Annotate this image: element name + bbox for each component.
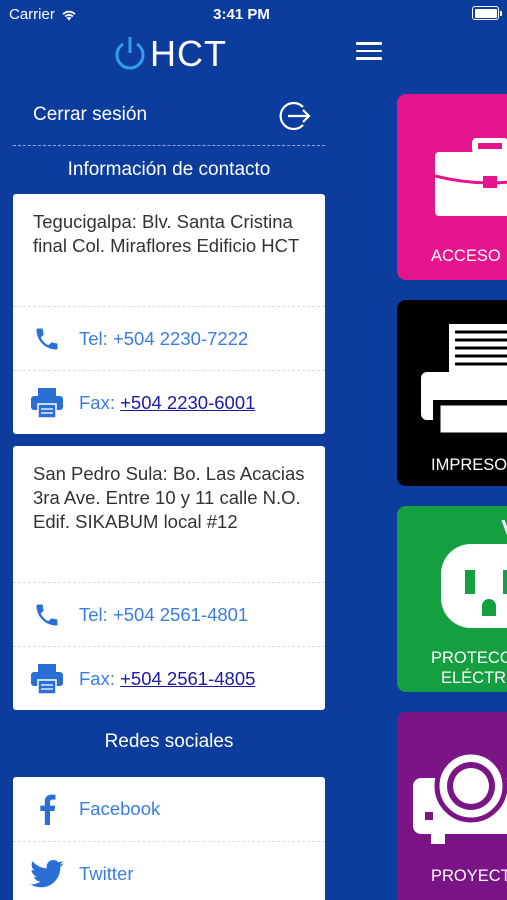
category-tile-impresoras[interactable]: IMPRESO [397, 300, 507, 486]
social-section-title: Redes sociales [104, 731, 234, 752]
category-label-line2: ELÉCTR [441, 669, 507, 687]
fax-row[interactable]: Fax: +504 2561-4805 [13, 646, 325, 710]
category-label-line1: PROTECC [431, 649, 507, 667]
category-label: PROYECT [431, 867, 507, 885]
fax-row[interactable]: Fax: +504 2230-6001 [13, 370, 325, 434]
fax-number-link[interactable]: +504 2561-4805 [120, 668, 255, 689]
office-address: Tegucigalpa: Blv. Santa Cristina final C… [33, 211, 300, 256]
category-label: IMPRESO [431, 456, 507, 474]
briefcase-icon [435, 138, 507, 216]
battery-icon [472, 6, 502, 20]
facebook-label: Facebook [79, 798, 161, 819]
projector-icon [413, 749, 507, 844]
facebook-icon [29, 791, 65, 827]
twitter-row[interactable]: Twitter [13, 841, 325, 900]
phone-text: Tel: +504 2230-7222 [79, 328, 248, 350]
fax-number-link[interactable]: +504 2230-6001 [120, 392, 255, 413]
hct-logo: HCT [112, 33, 227, 75]
phone-icon [29, 321, 65, 357]
printer-icon [421, 324, 507, 436]
category-tile-accesorios[interactable]: ACCESO [397, 94, 507, 280]
office-address: San Pedro Sula: Bo. Las Acacias 3ra Ave.… [33, 463, 305, 532]
fax-prefix: Fax: [79, 667, 121, 689]
phone-row[interactable]: Tel: +504 2561-4801 [13, 582, 325, 646]
hamburger-menu-icon[interactable] [356, 42, 382, 62]
fax-text: Fax: +504 2230-6001 [79, 392, 255, 414]
printer-icon [29, 385, 65, 421]
category-label: PROTECC ELÉCTR [397, 648, 507, 688]
phone-text: Tel: +504 2561-4801 [79, 604, 248, 626]
social-card: Facebook Twitter [13, 777, 325, 900]
category-tile-proyectores[interactable]: PROYECT [397, 712, 507, 900]
phone-number[interactable]: +504 2561-4801 [113, 604, 248, 625]
status-bar: Carrier 3:41 PM [0, 0, 507, 28]
phone-number[interactable]: +504 2230-7222 [113, 328, 248, 349]
side-menu: HCT Cerrar sesión Información de contact… [0, 0, 337, 900]
office-card: San Pedro Sula: Bo. Las Acacias 3ra Ave.… [13, 446, 325, 710]
outlet-icon [441, 520, 507, 628]
fax-prefix: Fax: [79, 391, 121, 413]
facebook-row[interactable]: Facebook [13, 777, 325, 841]
logo-text: HCT [150, 33, 227, 74]
phone-prefix: Tel: [79, 327, 113, 349]
phone-row[interactable]: Tel: +504 2230-7222 [13, 306, 325, 370]
logout-icon [279, 101, 311, 131]
office-card: Tegucigalpa: Blv. Santa Cristina final C… [13, 194, 325, 434]
twitter-icon [29, 856, 65, 892]
printer-icon [29, 661, 65, 697]
status-time: 3:41 PM [213, 6, 270, 23]
category-tile-proteccion-electrica[interactable]: PROTECC ELÉCTR [397, 506, 507, 692]
phone-icon [29, 597, 65, 633]
logout-label: Cerrar sesión [33, 104, 148, 125]
category-label: ACCESO [431, 247, 501, 265]
main-content: ACCESO IMPRESO PROTECC ELÉCTR PROYECT [337, 0, 507, 900]
fax-text: Fax: +504 2561-4805 [79, 668, 255, 690]
phone-prefix: Tel: [79, 603, 113, 625]
contact-section-title: Información de contacto [67, 159, 271, 180]
twitter-label: Twitter [79, 862, 134, 884]
logout-button[interactable]: Cerrar sesión [13, 92, 325, 146]
power-icon [115, 37, 145, 70]
